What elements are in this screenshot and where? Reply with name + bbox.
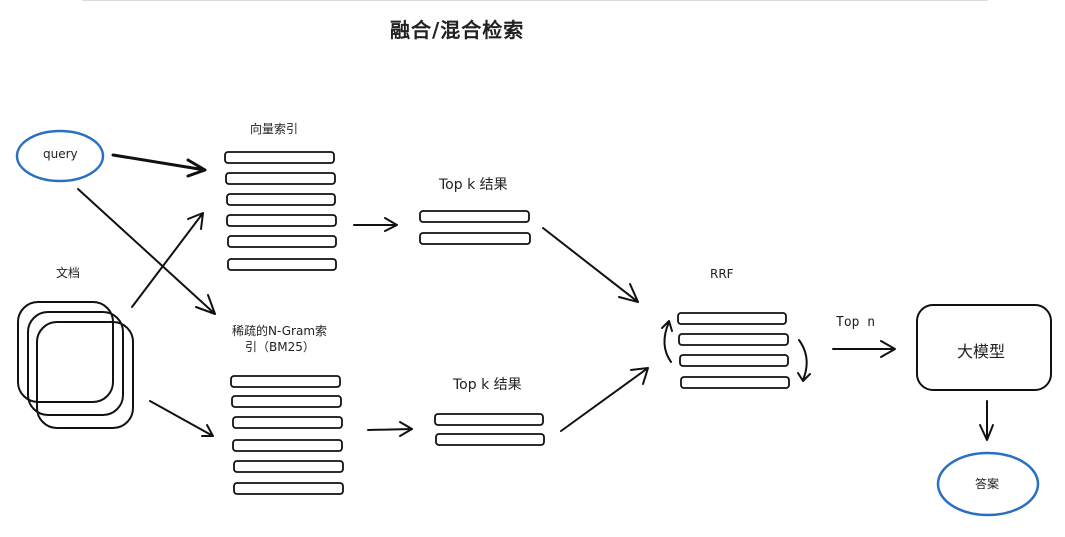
arrow-llm-to-answer (979, 400, 994, 441)
llm-label: 大模型 (957, 342, 1006, 361)
rrf-row (679, 354, 789, 367)
index-row (227, 258, 337, 271)
arrows (77, 153, 994, 441)
index-row (233, 460, 344, 473)
index-row (231, 395, 342, 408)
result-row (435, 433, 545, 446)
query-label: query (43, 147, 78, 161)
index-row (230, 375, 341, 388)
arrow-topk-upper-to-rrf (542, 227, 639, 303)
arrow-docs-to-sparse (149, 400, 214, 437)
documents-icon (17, 301, 134, 429)
vector-index-list (224, 151, 337, 271)
rrf-row (677, 312, 787, 325)
vector-index-label: 向量索引 (250, 122, 299, 136)
rerank-up-arrow (661, 320, 673, 363)
rrf-row (680, 376, 790, 389)
topk-upper-list (419, 210, 531, 245)
rrf-list (677, 312, 790, 389)
arrow-rrf-to-llm (832, 340, 896, 358)
documents-label: 文档 (56, 266, 81, 280)
arrow-query-to-sparse (77, 188, 216, 315)
top-n-label: Top n (836, 315, 876, 330)
sparse-index-list (230, 375, 344, 495)
index-row (224, 151, 335, 164)
arrow-topk-lower-to-rrf (560, 367, 649, 432)
result-row (434, 413, 544, 426)
result-row (419, 210, 530, 223)
sparse-index-label-line2: 引（BM25） (245, 340, 315, 354)
topk-lower-label: Top k 结果 (453, 377, 522, 393)
topk-lower-list (434, 413, 545, 446)
index-row (232, 416, 343, 429)
rrf-row (678, 333, 789, 346)
index-row (227, 235, 337, 248)
rerank-down-arrow (797, 339, 811, 382)
sparse-index-label-line1: 稀疏的N-Gram索 (232, 324, 328, 338)
index-row (225, 172, 336, 185)
answer-label: 答案 (975, 477, 1000, 491)
index-row (226, 214, 337, 227)
diagram-canvas (15, 129, 1052, 517)
arrow-sparse-to-topk (367, 421, 413, 437)
index-row (233, 482, 344, 495)
index-row (232, 439, 343, 452)
topk-upper-label: Top k 结果 (439, 177, 508, 193)
index-row (226, 193, 336, 206)
result-row (419, 232, 531, 245)
arrow-vector-to-topk (353, 217, 398, 232)
arrow-query-to-vector (111, 153, 207, 178)
rrf-label: RRF (710, 267, 734, 281)
